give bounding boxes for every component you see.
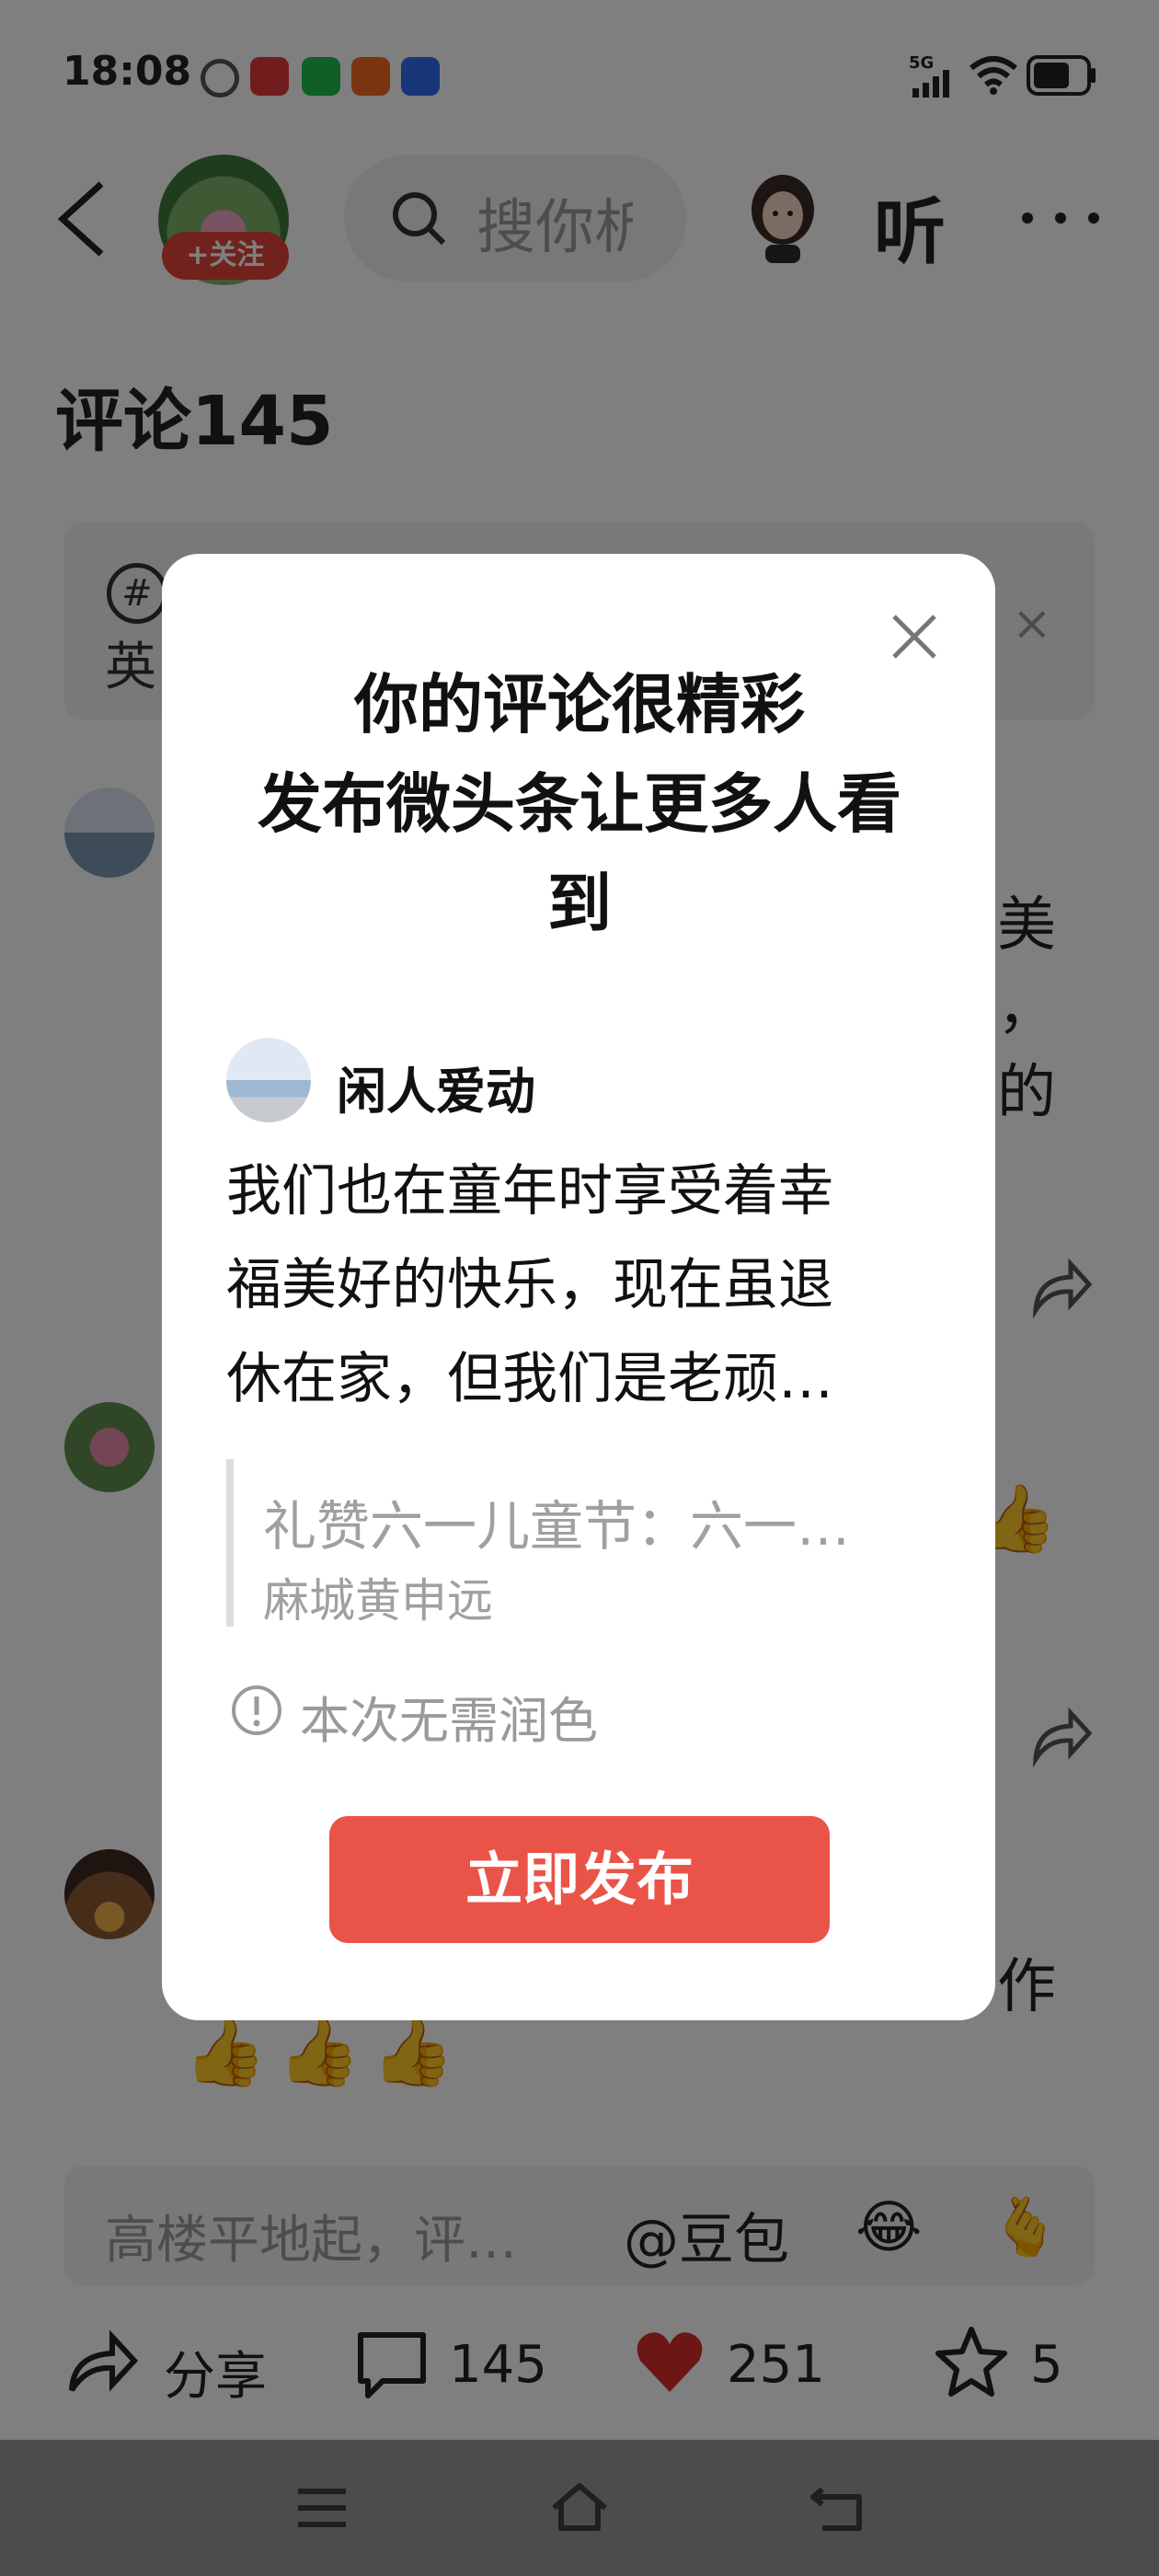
modal-title: 你的评论很精彩 发布微头条让更多人看 到 <box>212 655 947 953</box>
menu-icon[interactable] <box>289 2475 355 2541</box>
comment-line: 休在家，但我们是老顽… <box>226 1347 833 1411</box>
polish-info-text: 本次无需润色 <box>300 1692 598 1750</box>
comment-line: 我们也在童年时享受着幸 <box>226 1159 833 1224</box>
author-name: 闲人爱动 <box>337 1063 535 1121</box>
author-avatar <box>226 1038 311 1122</box>
modal-title-line: 发布微头条让更多人看 <box>258 766 901 842</box>
modal-title-line: 你的评论很精彩 <box>354 667 805 742</box>
home-icon[interactable] <box>546 2475 613 2541</box>
quote-bar <box>226 1459 234 1627</box>
quoted-article-title[interactable]: 礼赞六一儿童节：六一… <box>263 1483 925 1560</box>
quoted-article-author: 麻城黄申远 <box>263 1574 493 1627</box>
publish-now-button[interactable]: 立即发布 <box>329 1816 830 1943</box>
modal-title-line: 到 <box>547 866 612 941</box>
info-icon <box>232 1685 281 1735</box>
comment-line: 福美好的快乐，现在虽退 <box>226 1253 833 1317</box>
back-nav-icon[interactable] <box>804 2475 870 2541</box>
comment-body: 我们也在童年时享受着幸 福美好的快乐，现在虽退 休在家，但我们是老顽… <box>226 1144 889 1426</box>
overlay-dim-status <box>0 0 1159 136</box>
